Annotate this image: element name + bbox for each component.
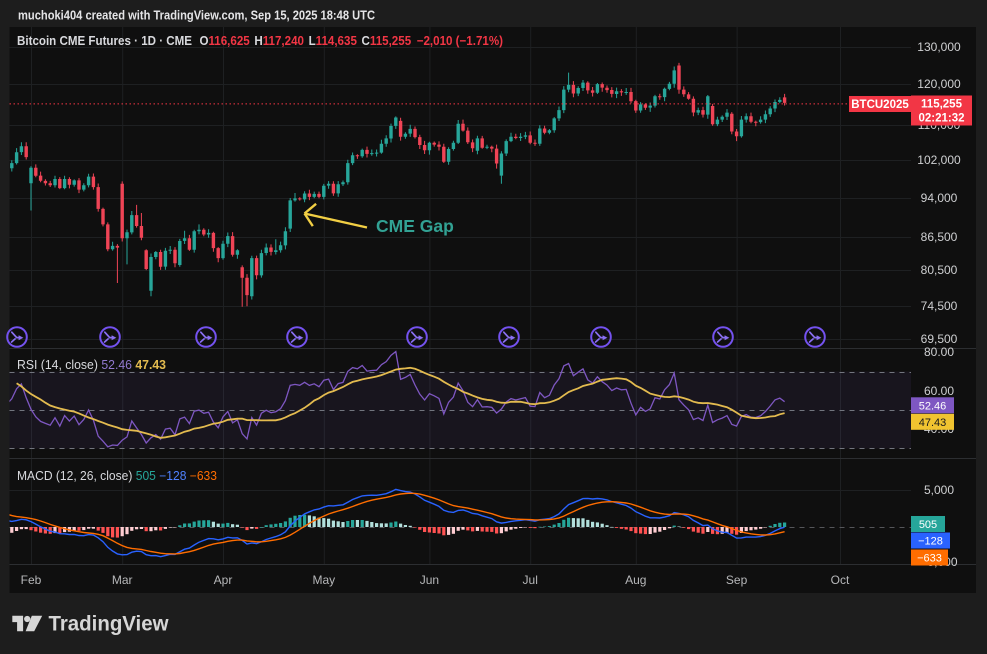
- svg-text:Jul: Jul: [523, 573, 538, 587]
- svg-text:Apr: Apr: [214, 573, 233, 587]
- svg-text:130,000: 130,000: [917, 40, 961, 54]
- svg-text:Aug: Aug: [625, 573, 646, 587]
- svg-text:Sep: Sep: [726, 573, 748, 587]
- svg-text:Bitcoin CME Futures · 1D · CME: Bitcoin CME Futures · 1D · CMEO116,625H1…: [17, 34, 503, 48]
- svg-text:80.00: 80.00: [924, 345, 954, 359]
- svg-text:505: 505: [919, 519, 937, 531]
- svg-text:47.43: 47.43: [919, 417, 947, 429]
- svg-text:74,500: 74,500: [921, 299, 958, 313]
- svg-text:Feb: Feb: [21, 573, 42, 587]
- svg-text:115,255: 115,255: [921, 99, 963, 111]
- svg-text:muchoki404 created with Tradin: muchoki404 created with TradingView.com,…: [18, 8, 376, 23]
- svg-text:120,000: 120,000: [917, 77, 961, 91]
- svg-text:86,500: 86,500: [921, 230, 958, 244]
- svg-text:94,000: 94,000: [921, 191, 958, 205]
- svg-text:BTCU2025: BTCU2025: [851, 99, 909, 111]
- svg-text:CME Gap: CME Gap: [376, 216, 454, 236]
- svg-text:Oct: Oct: [831, 573, 850, 587]
- svg-text:−128: −128: [918, 536, 943, 548]
- svg-text:60.00: 60.00: [924, 384, 954, 398]
- svg-text:−633: −633: [917, 553, 942, 565]
- svg-text:102,000: 102,000: [917, 153, 961, 167]
- svg-text:52.46: 52.46: [919, 400, 947, 412]
- svg-text:80,500: 80,500: [921, 263, 958, 277]
- svg-text:Jun: Jun: [420, 573, 439, 587]
- svg-text:TradingView: TradingView: [49, 612, 169, 636]
- svg-text:5,000: 5,000: [924, 483, 954, 497]
- svg-text:May: May: [312, 573, 335, 587]
- svg-text:69,500: 69,500: [921, 332, 958, 346]
- svg-text:MACD (12, 26, close) 505 −128: MACD (12, 26, close) 505 −128 −633: [17, 469, 217, 483]
- svg-text:02:21:32: 02:21:32: [918, 113, 964, 125]
- svg-text:RSI (14, close) 52.46 47.43: RSI (14, close) 52.46 47.43: [17, 358, 166, 372]
- svg-text:Mar: Mar: [112, 573, 133, 587]
